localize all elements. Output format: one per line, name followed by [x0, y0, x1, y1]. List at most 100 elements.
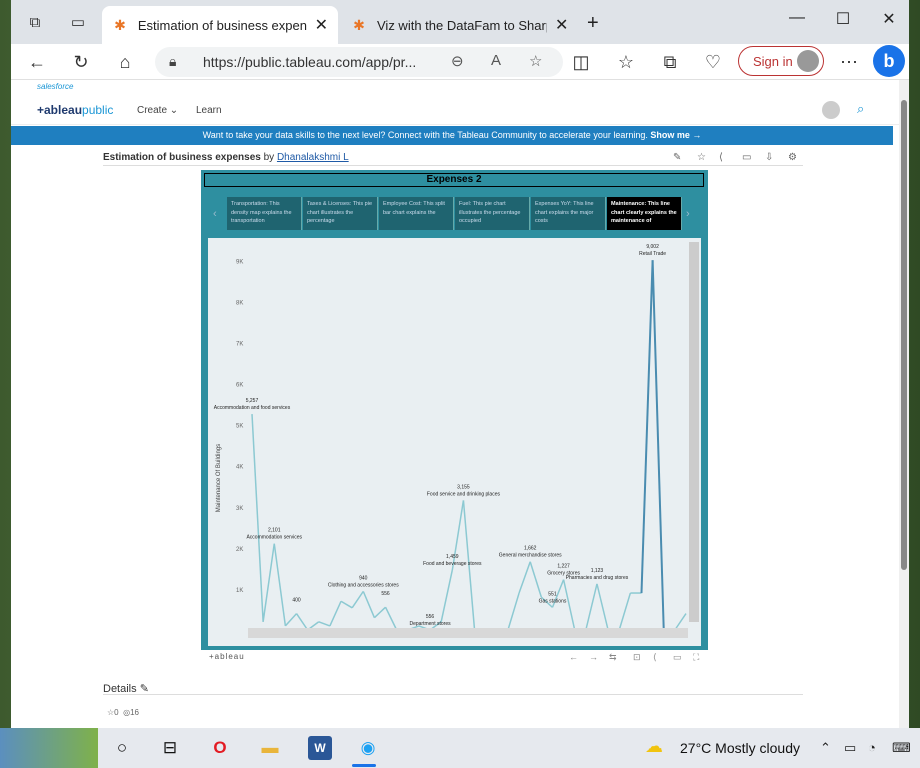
health-icon[interactable]: ♡: [701, 50, 725, 74]
split-screen-icon[interactable]: ◫: [569, 50, 593, 74]
new-tab-button[interactable]: +: [587, 13, 599, 33]
series-line-segment: [585, 583, 598, 631]
story-next-icon[interactable]: ›: [686, 208, 690, 220]
active-app-indicator: [352, 764, 376, 767]
series-line-segment: [640, 260, 654, 594]
bing-icon[interactable]: b: [873, 45, 905, 77]
more-icon[interactable]: ⋯: [837, 50, 861, 74]
nav-create[interactable]: Create ⌄: [137, 105, 178, 116]
word-icon[interactable]: W: [308, 736, 332, 760]
task-view-icon[interactable]: ⊟: [158, 736, 182, 760]
author-link[interactable]: Dhanalakshmi L: [277, 152, 349, 163]
series-line-segment: [262, 543, 275, 622]
tab-actions-icon[interactable]: ▭: [68, 13, 88, 33]
back-icon[interactable]: ←: [25, 50, 49, 74]
data-label-value: 400: [292, 598, 301, 604]
fullscreen-icon[interactable]: ⛶: [693, 652, 699, 663]
banner-link[interactable]: Show me →: [650, 130, 701, 140]
minimize-button[interactable]: —: [785, 9, 809, 27]
tableau-favicon-icon: ✱: [114, 17, 126, 33]
edge-icon[interactable]: ◉: [356, 736, 380, 760]
data-label-category: Department stores: [409, 621, 451, 627]
redo-icon[interactable]: →: [589, 652, 598, 662]
comment-viz-icon[interactable]: ▭: [673, 652, 682, 663]
y-tick-label: 4K: [236, 465, 243, 471]
chart-svg: 1K 2K 3K 4K 5K 6K 7K 8K 9K Maintenance Of Buildin…: [214, 244, 687, 631]
community-banner: Want to take your data skills to the nex…: [11, 126, 893, 145]
line-chart[interactable]: 1K 2K 3K 4K 5K 6K 7K 8K 9K Maintenance Of Buildin…: [208, 238, 701, 646]
by-label: by: [263, 152, 275, 163]
divider: [103, 165, 803, 166]
tableau-footer-logo[interactable]: +ableau: [209, 652, 245, 661]
tableau-viz[interactable]: Expenses 2 ‹ › Transportation: This dens…: [201, 170, 708, 650]
series-line-segment: [651, 260, 665, 631]
viz-stats: ☆0 ◎16: [107, 708, 139, 717]
collections-icon[interactable]: ⧉: [658, 50, 682, 74]
settings-icon[interactable]: ⚙: [788, 152, 797, 163]
refresh-icon[interactable]: ↻: [69, 50, 93, 74]
favorite-star-icon[interactable]: ☆: [529, 52, 542, 70]
weather-text[interactable]: 27°C Mostly cloudy: [680, 740, 800, 756]
share-viz-icon[interactable]: ⟨: [653, 652, 657, 663]
series-line-segment: [329, 600, 342, 627]
close-window-button[interactable]: ✕: [877, 9, 901, 29]
favorites-icon[interactable]: ☆: [614, 50, 638, 74]
story-prev-icon[interactable]: ‹: [213, 208, 217, 220]
story-point[interactable]: Employee Cost: This split bar chart expl…: [379, 197, 454, 230]
close-tab-icon[interactable]: ✕: [315, 15, 328, 35]
read-aloud-icon[interactable]: A: [491, 52, 501, 69]
story-point-active[interactable]: Maintenance: This line chart clearly exp…: [607, 197, 682, 230]
story-point[interactable]: Fuel: This pie chart illustrates the per…: [455, 197, 530, 230]
nav-learn[interactable]: Learn: [196, 105, 222, 116]
data-label-value: 1,662: [524, 546, 537, 552]
horizontal-scrollbar[interactable]: [248, 628, 688, 638]
tab-estimation[interactable]: ✱ Estimation of business expenses ✕: [102, 6, 338, 44]
story-point[interactable]: Taxes & Licenses: This pie chart illustr…: [303, 197, 378, 230]
series-line-segment: [373, 606, 387, 619]
address-bar[interactable]: 🔒︎ https://public.tableau.com/app/pr... …: [155, 47, 563, 77]
user-icon[interactable]: [822, 101, 840, 119]
series-line-segment: [507, 592, 520, 631]
battery-icon[interactable]: ▭: [844, 740, 856, 756]
start-icon[interactable]: ○: [110, 736, 134, 760]
scrollbar-thumb[interactable]: [901, 100, 907, 570]
y-tick-label: 9K: [236, 259, 243, 265]
wifi-icon[interactable]: ◔: [868, 740, 876, 755]
series-line-segment: [440, 569, 454, 622]
tableau-public-logo[interactable]: +ableaupublic: [37, 103, 113, 117]
undo-icon[interactable]: ←: [569, 652, 578, 662]
keyboard-icon[interactable]: ⌨: [892, 740, 911, 756]
favorite-icon[interactable]: ☆: [697, 152, 706, 163]
favorites-count: 0: [114, 708, 119, 717]
download-icon[interactable]: ⇩: [765, 152, 773, 163]
revert-icon[interactable]: ⇆: [609, 652, 617, 663]
pause-icon[interactable]: ⊡: [633, 652, 641, 663]
weather-icon: ☁: [645, 736, 663, 756]
embed-icon[interactable]: ▭: [742, 152, 751, 163]
opera-icon[interactable]: O: [208, 736, 232, 760]
views-count: 16: [130, 708, 139, 717]
salesforce-logo: salesforce: [37, 82, 74, 91]
story-point[interactable]: Expenses YoY: This line chart explains t…: [531, 197, 606, 230]
zoom-icon[interactable]: ⊖: [451, 52, 464, 70]
share-icon[interactable]: ⟨: [719, 152, 723, 163]
home-icon[interactable]: ⌂: [113, 50, 137, 74]
comment-icon[interactable]: ✎: [673, 152, 681, 163]
vertical-scrollbar[interactable]: [689, 242, 699, 622]
maximize-button[interactable]: ☐: [831, 9, 855, 29]
tableau-header: +ableaupublic Create ⌄ Learn ⌕: [11, 91, 899, 125]
search-icon[interactable]: ⌕: [857, 101, 864, 117]
url-text[interactable]: https://public.tableau.com/app/pr...: [203, 54, 416, 70]
story-point[interactable]: Transportation: This density map explain…: [227, 197, 302, 230]
series-line-segment: [562, 579, 576, 631]
tab-datafam[interactable]: ✱ Viz with the DataFam to Sharpen ✕: [341, 6, 581, 44]
workspaces-icon[interactable]: ⧉: [25, 13, 45, 33]
sign-in-button[interactable]: Sign in: [738, 46, 824, 76]
page-scrollbar[interactable]: [899, 80, 909, 728]
series-line-segment: [273, 543, 287, 626]
widgets-thumbnail[interactable]: [0, 728, 98, 768]
chevron-up-icon[interactable]: ⌃: [820, 740, 831, 756]
file-explorer-icon[interactable]: ▬: [258, 736, 282, 760]
close-tab-icon[interactable]: ✕: [555, 15, 568, 35]
data-label-category: Retail Trade: [639, 251, 666, 257]
